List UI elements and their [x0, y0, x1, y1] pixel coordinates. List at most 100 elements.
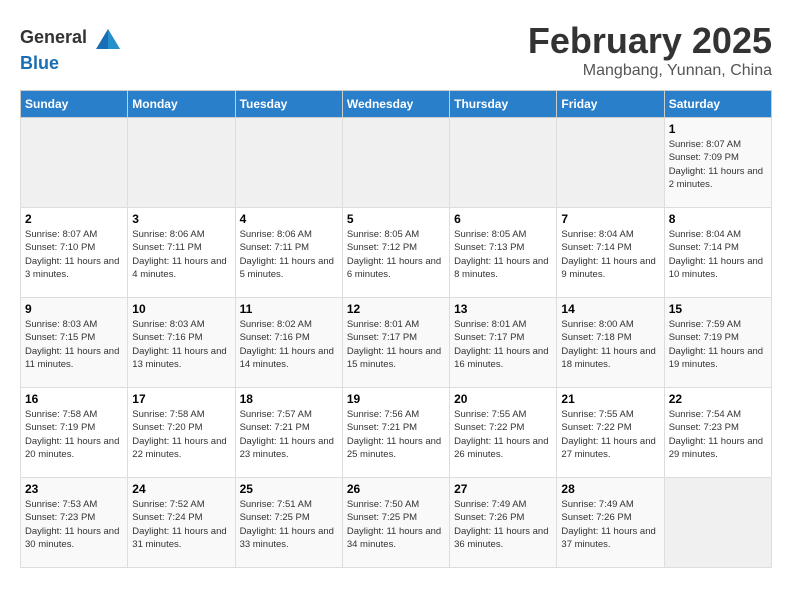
cell-0-1: [128, 118, 235, 208]
header-monday: Monday: [128, 91, 235, 118]
day-info: Sunrise: 7:49 AMSunset: 7:26 PMDaylight:…: [561, 498, 659, 551]
logo-icon: [94, 25, 122, 53]
day-number: 12: [347, 302, 445, 316]
week-row-2: 2Sunrise: 8:07 AMSunset: 7:10 PMDaylight…: [21, 208, 772, 298]
logo: General Blue: [20, 25, 122, 74]
calendar-table: SundayMondayTuesdayWednesdayThursdayFrid…: [20, 90, 772, 568]
cell-0-4: [450, 118, 557, 208]
week-row-3: 9 Sunrise: 8:03 AMSunset: 7:15 PMDaylight…: [21, 298, 772, 388]
day-number: 10: [132, 302, 230, 316]
day-info: Sunrise: 7:53 AMSunset: 7:23 PMDaylight:…: [25, 498, 123, 551]
cell-2-1: 10 Sunrise: 8:03 AMSunset: 7:16 PMDayligh…: [128, 298, 235, 388]
cell-1-0: 2Sunrise: 8:07 AMSunset: 7:10 PMDaylight…: [21, 208, 128, 298]
cell-0-2: [235, 118, 342, 208]
cell-4-5: 28 Sunrise: 7:49 AMSunset: 7:26 PMDayligh…: [557, 478, 664, 568]
cell-0-3: [342, 118, 449, 208]
day-number: 27: [454, 482, 552, 496]
week-row-5: 23 Sunrise: 7:53 AMSunset: 7:23 PMDayligh…: [21, 478, 772, 568]
day-number: 4: [240, 212, 338, 226]
day-info: Sunrise: 7:56 AMSunset: 7:21 PMDaylight:…: [347, 408, 445, 461]
cell-3-1: 17 Sunrise: 7:58 AMSunset: 7:20 PMDayligh…: [128, 388, 235, 478]
cell-1-3: 5 Sunrise: 8:05 AMSunset: 7:12 PMDaylight…: [342, 208, 449, 298]
day-info: Sunrise: 8:05 AMSunset: 7:13 PMDaylight:…: [454, 228, 552, 281]
day-number: 11: [240, 302, 338, 316]
header-wednesday: Wednesday: [342, 91, 449, 118]
week-row-4: 16 Sunrise: 7:58 AMSunset: 7:19 PMDayligh…: [21, 388, 772, 478]
day-info: Sunrise: 8:03 AMSunset: 7:16 PMDaylight:…: [132, 318, 230, 371]
cell-1-5: 7 Sunrise: 8:04 AMSunset: 7:14 PMDaylight…: [557, 208, 664, 298]
cell-4-3: 26 Sunrise: 7:50 AMSunset: 7:25 PMDayligh…: [342, 478, 449, 568]
day-info: Sunrise: 8:01 AMSunset: 7:17 PMDaylight:…: [454, 318, 552, 371]
page-header: General Blue February 2025 Mangbang, Yun…: [20, 20, 772, 80]
day-number: 15: [669, 302, 767, 316]
days-of-week-row: SundayMondayTuesdayWednesdayThursdayFrid…: [21, 91, 772, 118]
day-info: Sunrise: 8:04 AMSunset: 7:14 PMDaylight:…: [561, 228, 659, 281]
day-info: Sunrise: 7:58 AMSunset: 7:19 PMDaylight:…: [25, 408, 123, 461]
day-info: Sunrise: 8:01 AMSunset: 7:17 PMDaylight:…: [347, 318, 445, 371]
header-friday: Friday: [557, 91, 664, 118]
logo-blue: Blue: [20, 53, 59, 73]
logo-general: General: [20, 27, 87, 47]
cell-4-4: 27Sunrise: 7:49 AMSunset: 7:26 PMDayligh…: [450, 478, 557, 568]
cell-2-2: 11 Sunrise: 8:02 AMSunset: 7:16 PMDayligh…: [235, 298, 342, 388]
day-number: 17: [132, 392, 230, 406]
cell-1-6: 8Sunrise: 8:04 AMSunset: 7:14 PMDaylight…: [664, 208, 771, 298]
calendar-subtitle: Mangbang, Yunnan, China: [528, 62, 772, 80]
cell-3-3: 19 Sunrise: 7:56 AMSunset: 7:21 PMDayligh…: [342, 388, 449, 478]
day-number: 19: [347, 392, 445, 406]
day-number: 7: [561, 212, 659, 226]
cell-2-6: 15 Sunrise: 7:59 AMSunset: 7:19 PMDayligh…: [664, 298, 771, 388]
day-info: Sunrise: 8:00 AMSunset: 7:18 PMDaylight:…: [561, 318, 659, 371]
header-saturday: Saturday: [664, 91, 771, 118]
cell-3-0: 16 Sunrise: 7:58 AMSunset: 7:19 PMDayligh…: [21, 388, 128, 478]
day-number: 22: [669, 392, 767, 406]
cell-1-4: 6Sunrise: 8:05 AMSunset: 7:13 PMDaylight…: [450, 208, 557, 298]
day-number: 9: [25, 302, 123, 316]
cell-2-3: 12 Sunrise: 8:01 AMSunset: 7:17 PMDayligh…: [342, 298, 449, 388]
day-number: 1: [669, 122, 767, 136]
day-info: Sunrise: 7:54 AMSunset: 7:23 PMDaylight:…: [669, 408, 767, 461]
day-number: 3: [132, 212, 230, 226]
cell-4-2: 25Sunrise: 7:51 AMSunset: 7:25 PMDayligh…: [235, 478, 342, 568]
day-number: 14: [561, 302, 659, 316]
day-info: Sunrise: 8:03 AMSunset: 7:15 PMDaylight:…: [25, 318, 123, 371]
day-number: 18: [240, 392, 338, 406]
day-info: Sunrise: 7:51 AMSunset: 7:25 PMDaylight:…: [240, 498, 338, 551]
day-number: 20: [454, 392, 552, 406]
day-info: Sunrise: 7:55 AMSunset: 7:22 PMDaylight:…: [561, 408, 659, 461]
day-info: Sunrise: 8:05 AMSunset: 7:12 PMDaylight:…: [347, 228, 445, 281]
logo-text: General Blue: [20, 25, 122, 74]
calendar-header: SundayMondayTuesdayWednesdayThursdayFrid…: [21, 91, 772, 118]
cell-3-6: 22 Sunrise: 7:54 AMSunset: 7:23 PMDayligh…: [664, 388, 771, 478]
week-row-1: 1Sunrise: 8:07 AMSunset: 7:09 PMDaylight…: [21, 118, 772, 208]
title-area: February 2025 Mangbang, Yunnan, China: [528, 20, 772, 80]
day-info: Sunrise: 8:04 AMSunset: 7:14 PMDaylight:…: [669, 228, 767, 281]
cell-4-0: 23 Sunrise: 7:53 AMSunset: 7:23 PMDayligh…: [21, 478, 128, 568]
day-number: 23: [25, 482, 123, 496]
day-number: 21: [561, 392, 659, 406]
cell-3-5: 21 Sunrise: 7:55 AMSunset: 7:22 PMDayligh…: [557, 388, 664, 478]
day-number: 16: [25, 392, 123, 406]
cell-2-4: 13 Sunrise: 8:01 AMSunset: 7:17 PMDayligh…: [450, 298, 557, 388]
day-info: Sunrise: 7:50 AMSunset: 7:25 PMDaylight:…: [347, 498, 445, 551]
day-number: 26: [347, 482, 445, 496]
day-info: Sunrise: 7:59 AMSunset: 7:19 PMDaylight:…: [669, 318, 767, 371]
day-info: Sunrise: 8:06 AMSunset: 7:11 PMDaylight:…: [132, 228, 230, 281]
day-number: 5: [347, 212, 445, 226]
cell-3-4: 20 Sunrise: 7:55 AMSunset: 7:22 PMDayligh…: [450, 388, 557, 478]
day-info: Sunrise: 8:02 AMSunset: 7:16 PMDaylight:…: [240, 318, 338, 371]
day-number: 24: [132, 482, 230, 496]
day-number: 28: [561, 482, 659, 496]
calendar-title: February 2025: [528, 20, 772, 62]
cell-1-1: 3 Sunrise: 8:06 AMSunset: 7:11 PMDaylight…: [128, 208, 235, 298]
header-sunday: Sunday: [21, 91, 128, 118]
calendar-body: 1Sunrise: 8:07 AMSunset: 7:09 PMDaylight…: [21, 118, 772, 568]
cell-3-2: 18Sunrise: 7:57 AMSunset: 7:21 PMDayligh…: [235, 388, 342, 478]
day-number: 13: [454, 302, 552, 316]
cell-0-0: [21, 118, 128, 208]
day-info: Sunrise: 7:58 AMSunset: 7:20 PMDaylight:…: [132, 408, 230, 461]
day-info: Sunrise: 7:55 AMSunset: 7:22 PMDaylight:…: [454, 408, 552, 461]
cell-0-5: [557, 118, 664, 208]
day-info: Sunrise: 7:52 AMSunset: 7:24 PMDaylight:…: [132, 498, 230, 551]
cell-1-2: 4Sunrise: 8:06 AMSunset: 7:11 PMDaylight…: [235, 208, 342, 298]
